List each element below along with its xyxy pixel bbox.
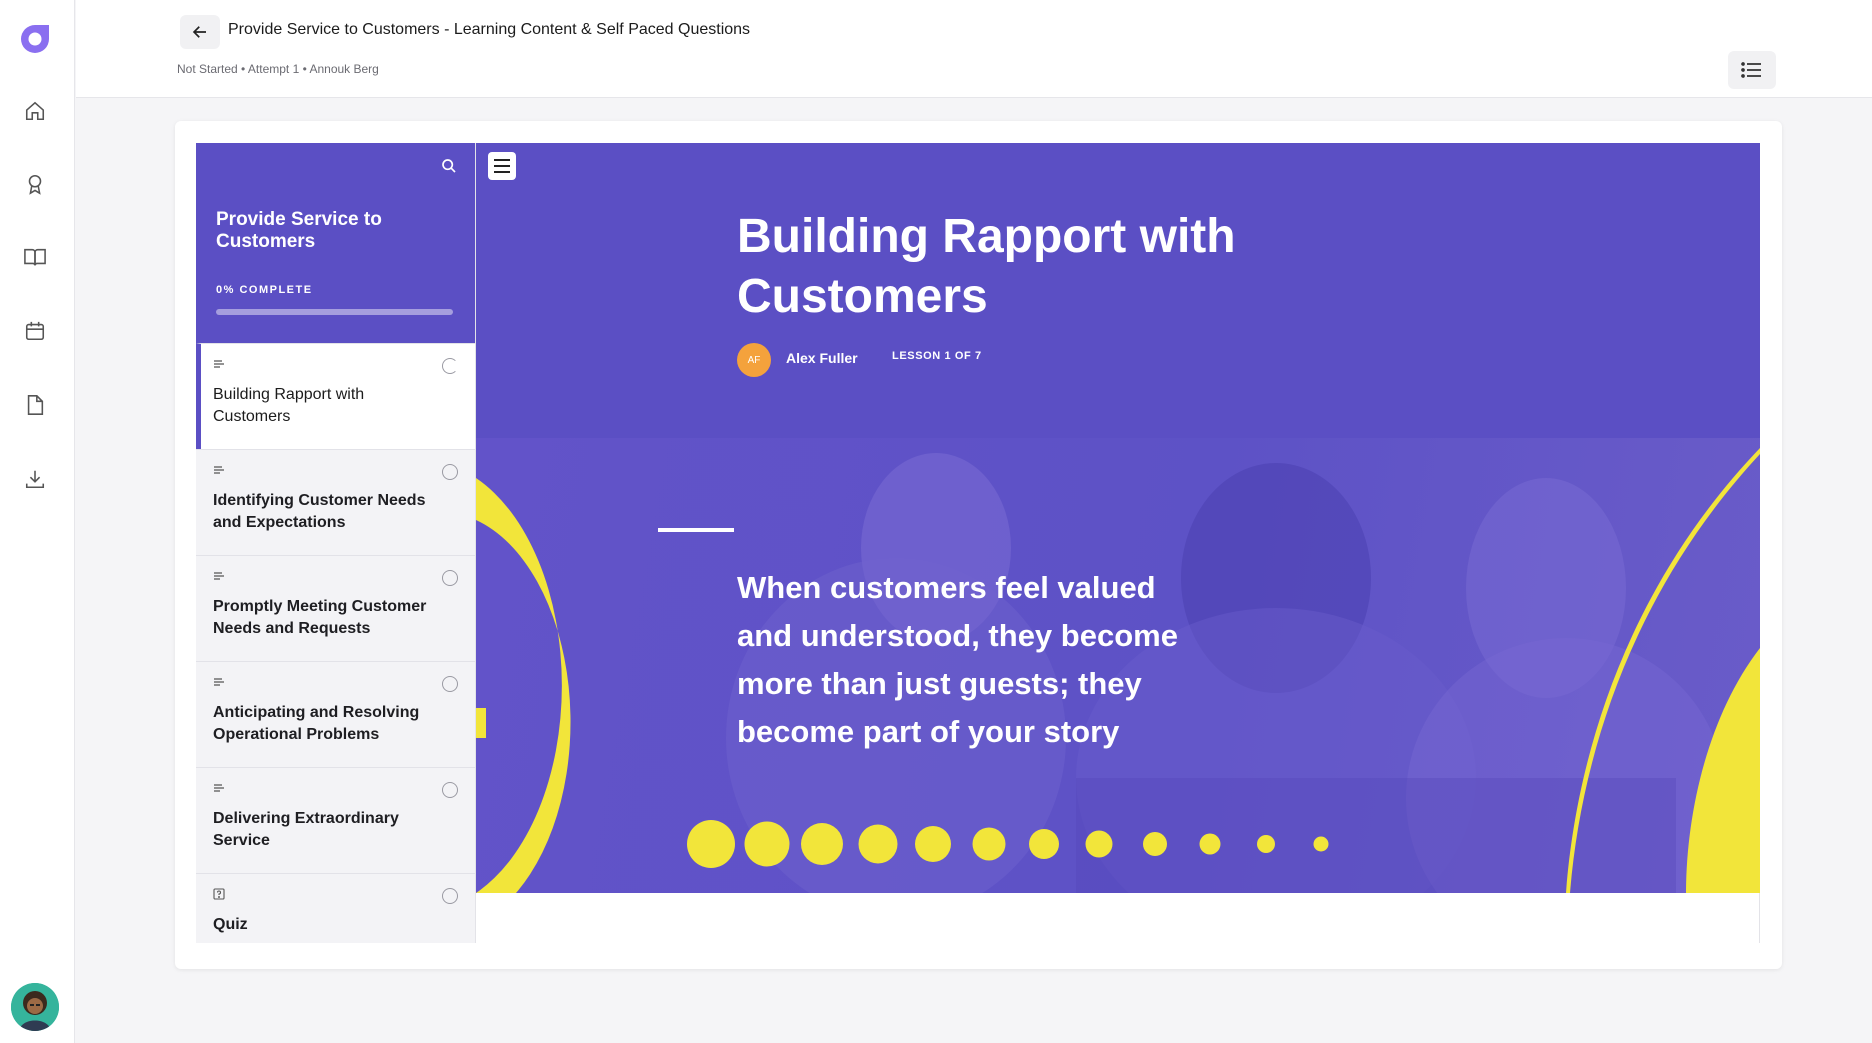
text-lines-icon <box>214 466 224 474</box>
attempt-meta: Not Started • Attempt 1 • Annouk Berg <box>177 62 379 76</box>
quote-divider <box>658 528 734 532</box>
status-circle-icon <box>442 358 458 374</box>
lesson-counter: LESSON 1 OF 7 <box>892 350 982 362</box>
progress-bar <box>216 309 453 315</box>
content-footer <box>476 893 1760 943</box>
book-icon[interactable] <box>22 244 48 270</box>
menu-toggle-button[interactable] <box>488 152 516 180</box>
course-header: Provide Service to Customers - Learning … <box>76 0 1872 98</box>
status-circle-icon <box>442 570 458 586</box>
text-lines-icon <box>214 678 224 686</box>
download-icon[interactable] <box>22 466 48 492</box>
author-name: Alex Fuller <box>786 350 858 366</box>
text-lines-icon <box>214 360 224 368</box>
lesson-banner-image: When customers feel valued and understoo… <box>476 438 1760 893</box>
award-icon[interactable] <box>22 171 48 197</box>
lesson-quote: When customers feel valued and understoo… <box>737 570 1178 749</box>
lesson-item[interactable]: Promptly Meeting Customer Needs and Requ… <box>196 555 475 661</box>
text-lines-icon <box>214 572 224 580</box>
author-avatar: AF <box>737 343 771 377</box>
search-icon <box>442 159 456 173</box>
lesson-item[interactable]: Building Rapport with Customers <box>196 343 475 449</box>
lesson-item[interactable]: Anticipating and Resolving Operational P… <box>196 661 475 767</box>
quiz-icon <box>213 888 225 900</box>
status-circle-icon <box>442 676 458 692</box>
course-title-sidebar: Provide Service to Customers <box>216 209 382 252</box>
lesson-content: Building Rapport with Customers AF Alex … <box>476 143 1760 943</box>
user-avatar[interactable] <box>11 983 59 1031</box>
course-sidebar-header: Provide Service to Customers 0% COMPLETE <box>196 143 475 343</box>
course-title: Provide Service to Customers - Learning … <box>228 21 751 38</box>
lesson-hero: Building Rapport with Customers AF Alex … <box>476 143 1760 438</box>
app-rail <box>0 0 75 1043</box>
progress-label: 0% COMPLETE <box>216 284 313 296</box>
lesson-item[interactable]: Delivering Extraordinary Service <box>196 767 475 873</box>
status-circle-icon <box>442 888 458 904</box>
outline-button[interactable] <box>1728 51 1776 89</box>
lesson-name: Anticipating and Resolving Operational P… <box>213 704 420 743</box>
lesson-title: Building Rapport with Customers <box>737 210 1236 323</box>
search-button[interactable] <box>436 153 462 179</box>
brand-logo[interactable] <box>18 22 52 56</box>
course-sidebar: Provide Service to Customers 0% COMPLETE… <box>196 143 476 943</box>
arrow-left-icon <box>192 26 206 38</box>
lesson-item[interactable]: Identifying Customer Needs and Expectati… <box>196 449 475 555</box>
lesson-item[interactable]: Quiz <box>196 873 475 943</box>
hamburger-icon <box>494 159 510 173</box>
file-icon[interactable] <box>22 392 48 418</box>
calendar-icon[interactable] <box>22 318 48 344</box>
lesson-name: Quiz <box>213 916 248 933</box>
lesson-name: Identifying Customer Needs and Expectati… <box>213 492 426 531</box>
lesson-name: Promptly Meeting Customer Needs and Requ… <box>213 598 427 637</box>
text-lines-icon <box>214 784 224 792</box>
status-circle-icon <box>442 464 458 480</box>
lesson-name: Building Rapport with Customers <box>213 386 365 425</box>
list-icon <box>1741 62 1761 78</box>
home-icon[interactable] <box>22 98 48 124</box>
back-button[interactable] <box>180 15 220 49</box>
lesson-name: Delivering Extraordinary Service <box>213 810 399 849</box>
status-circle-icon <box>442 782 458 798</box>
